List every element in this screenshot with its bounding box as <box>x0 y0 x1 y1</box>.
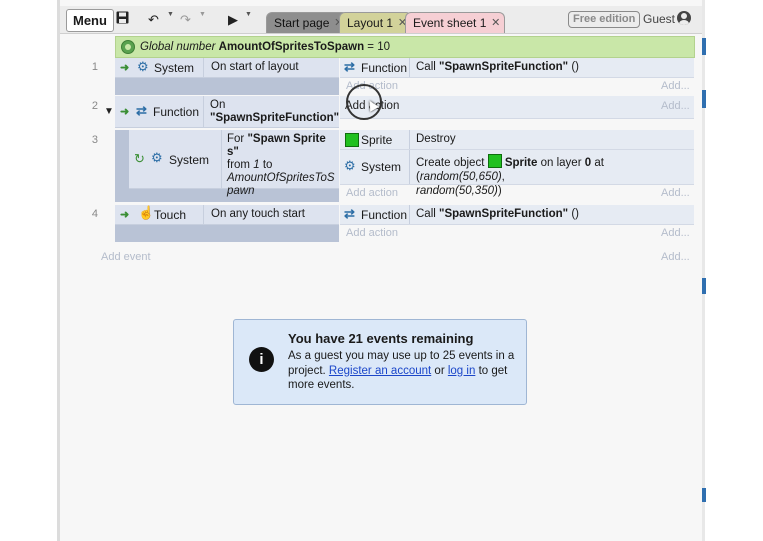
function-icon: ⇄ <box>344 59 355 74</box>
add-more-link[interactable]: Add... <box>661 251 690 263</box>
system-gear-icon: ⚙ <box>151 150 163 165</box>
menu-button[interactable]: Menu <box>66 9 114 32</box>
add-action-link[interactable]: Add action <box>346 187 398 199</box>
trigger-arrow-icon: ➜ <box>120 209 130 221</box>
divider <box>409 58 410 77</box>
system-gear-icon: ⚙ <box>137 59 149 74</box>
condition-text: For "Spawn Sprites" from 1 to AmountOfSpri… <box>227 133 335 197</box>
add-event-link[interactable]: Add event <box>101 251 151 263</box>
event-number: 2 <box>91 100 98 112</box>
action-text: Call "SpawnSpriteFunction" () <box>416 208 579 220</box>
condition-object: System <box>169 153 210 167</box>
event-number: 1 <box>91 61 98 73</box>
event-1-action[interactable]: ⇄ Function Call "SpawnSpriteFunction" () <box>340 58 694 78</box>
free-edition-badge[interactable]: Free edition <box>568 11 641 28</box>
function-icon: ⇄ <box>136 103 147 118</box>
event-number: 3 <box>91 134 98 146</box>
global-variable-value: = 10 <box>367 41 390 53</box>
action-object: Sprite <box>361 133 393 147</box>
divider <box>409 130 410 149</box>
add-more-link[interactable]: Add... <box>661 187 690 199</box>
condition-text: On "SpawnSpriteFunction" <box>210 99 340 124</box>
info-icon: i <box>249 347 274 372</box>
close-icon[interactable]: ✕ <box>491 13 500 33</box>
tab-event-sheet-1[interactable]: Event sheet 1 ✕ <box>405 12 506 33</box>
user-icon[interactable] <box>677 11 691 25</box>
play-icon[interactable]: ▶ <box>228 10 238 29</box>
event-4-condition[interactable]: ➜ ☝ Touch On any touch start <box>115 205 339 225</box>
event-3-action-2[interactable]: ⚙ System Create object Sprite on layer 0… <box>340 150 694 197</box>
condition-object: Touch <box>154 208 187 222</box>
action-text: Destroy <box>416 133 456 145</box>
tab-label: Layout 1 <box>347 16 394 30</box>
sprite-icon <box>487 154 502 168</box>
system-gear-icon: ⚙ <box>344 158 356 173</box>
action-text: Call "SpawnSpriteFunction" () <box>416 61 579 73</box>
global-variable-icon <box>121 40 135 54</box>
register-link[interactable]: Register an account <box>329 365 431 377</box>
window-right-edge <box>702 0 705 541</box>
divider <box>203 96 204 127</box>
event-3-action-1[interactable]: Sprite Destroy <box>340 130 694 150</box>
add-more-link[interactable]: Add... <box>661 100 690 112</box>
event-3-condition[interactable]: ↻ ⚙ System For "Spawn Sprites" from 1 to A… <box>129 130 339 197</box>
divider <box>203 58 204 77</box>
global-variable-name: AmountOfSpritesToSpawn <box>218 41 365 53</box>
condition-text: On any touch start <box>211 208 305 220</box>
save-icon[interactable] <box>116 10 129 29</box>
global-variable-prefix: Global number <box>140 41 216 53</box>
tab-start-page[interactable]: Start page✕ <box>266 12 349 33</box>
panel-edge-marker <box>702 90 706 108</box>
login-link[interactable]: log in <box>448 365 476 377</box>
trigger-arrow-icon: ➜ <box>120 62 130 74</box>
play-dropdown-icon[interactable]: ▼ <box>245 11 252 18</box>
trigger-arrow-icon: ➜ <box>120 106 130 118</box>
tab-label: Event sheet 1 <box>413 16 487 30</box>
global-variable-text: Global number AmountOfSpritesToSpawn = 1… <box>140 37 390 57</box>
condition-text: On start of layout <box>211 61 299 73</box>
toolbar: Menu ↶ ▼ ↷ ▼ ▶ ▼ Start page✕ Layout 1✕ E… <box>60 6 702 34</box>
add-action-link[interactable]: Add action <box>346 227 398 239</box>
event-2-condition[interactable]: ➜ ⇄ Function On "SpawnSpriteFunction" <box>115 96 339 128</box>
add-more-link[interactable]: Add... <box>661 227 690 239</box>
action-object: System <box>361 160 402 174</box>
loop-icon: ↻ <box>134 151 145 166</box>
divider <box>409 150 410 184</box>
condition-object: System <box>154 61 195 75</box>
undo-dropdown-icon[interactable]: ▼ <box>167 11 174 18</box>
action-text: Create object Sprite on layer 0 at (rand… <box>416 154 691 198</box>
action-object: Function <box>361 61 408 75</box>
sprite-icon <box>345 133 359 147</box>
tab-label: Start page <box>274 16 330 30</box>
event-4-action[interactable]: ⇄ Function Call "SpawnSpriteFunction" () <box>340 205 694 225</box>
event-2-action-area[interactable]: Add action Add... <box>340 96 694 119</box>
user-name[interactable]: Guest <box>643 11 675 27</box>
events-remaining-notice: i You have 21 events remaining As a gues… <box>233 319 527 405</box>
panel-edge-marker <box>702 488 706 502</box>
divider <box>203 205 204 224</box>
global-variable-row[interactable]: Global number AmountOfSpritesToSpawn = 1… <box>115 36 695 58</box>
divider <box>221 130 222 188</box>
function-icon: ⇄ <box>344 206 355 221</box>
notice-body: As a guest you may use up to 25 events i… <box>288 350 515 391</box>
collapse-triangle-icon[interactable]: ▼ <box>104 106 114 117</box>
divider <box>409 205 410 224</box>
event-1-condition[interactable]: ➜ ⚙ System On start of layout <box>115 58 339 78</box>
action-object: Function <box>361 208 408 222</box>
condition-object: Function <box>153 105 200 119</box>
event-number: 4 <box>91 208 98 220</box>
touch-icon: ☝ <box>138 205 155 220</box>
panel-edge-marker <box>702 278 706 294</box>
sub-event-indent <box>115 130 129 202</box>
redo-dropdown-icon[interactable]: ▼ <box>199 11 206 18</box>
tab-layout-1[interactable]: Layout 1 ✕ <box>339 12 413 33</box>
undo-icon[interactable]: ↶ <box>148 10 159 29</box>
redo-icon[interactable]: ↷ <box>180 10 191 29</box>
notice-title: You have 21 events remaining <box>288 331 474 346</box>
add-more-link[interactable]: Add... <box>661 80 690 92</box>
panel-edge-marker <box>702 38 706 55</box>
